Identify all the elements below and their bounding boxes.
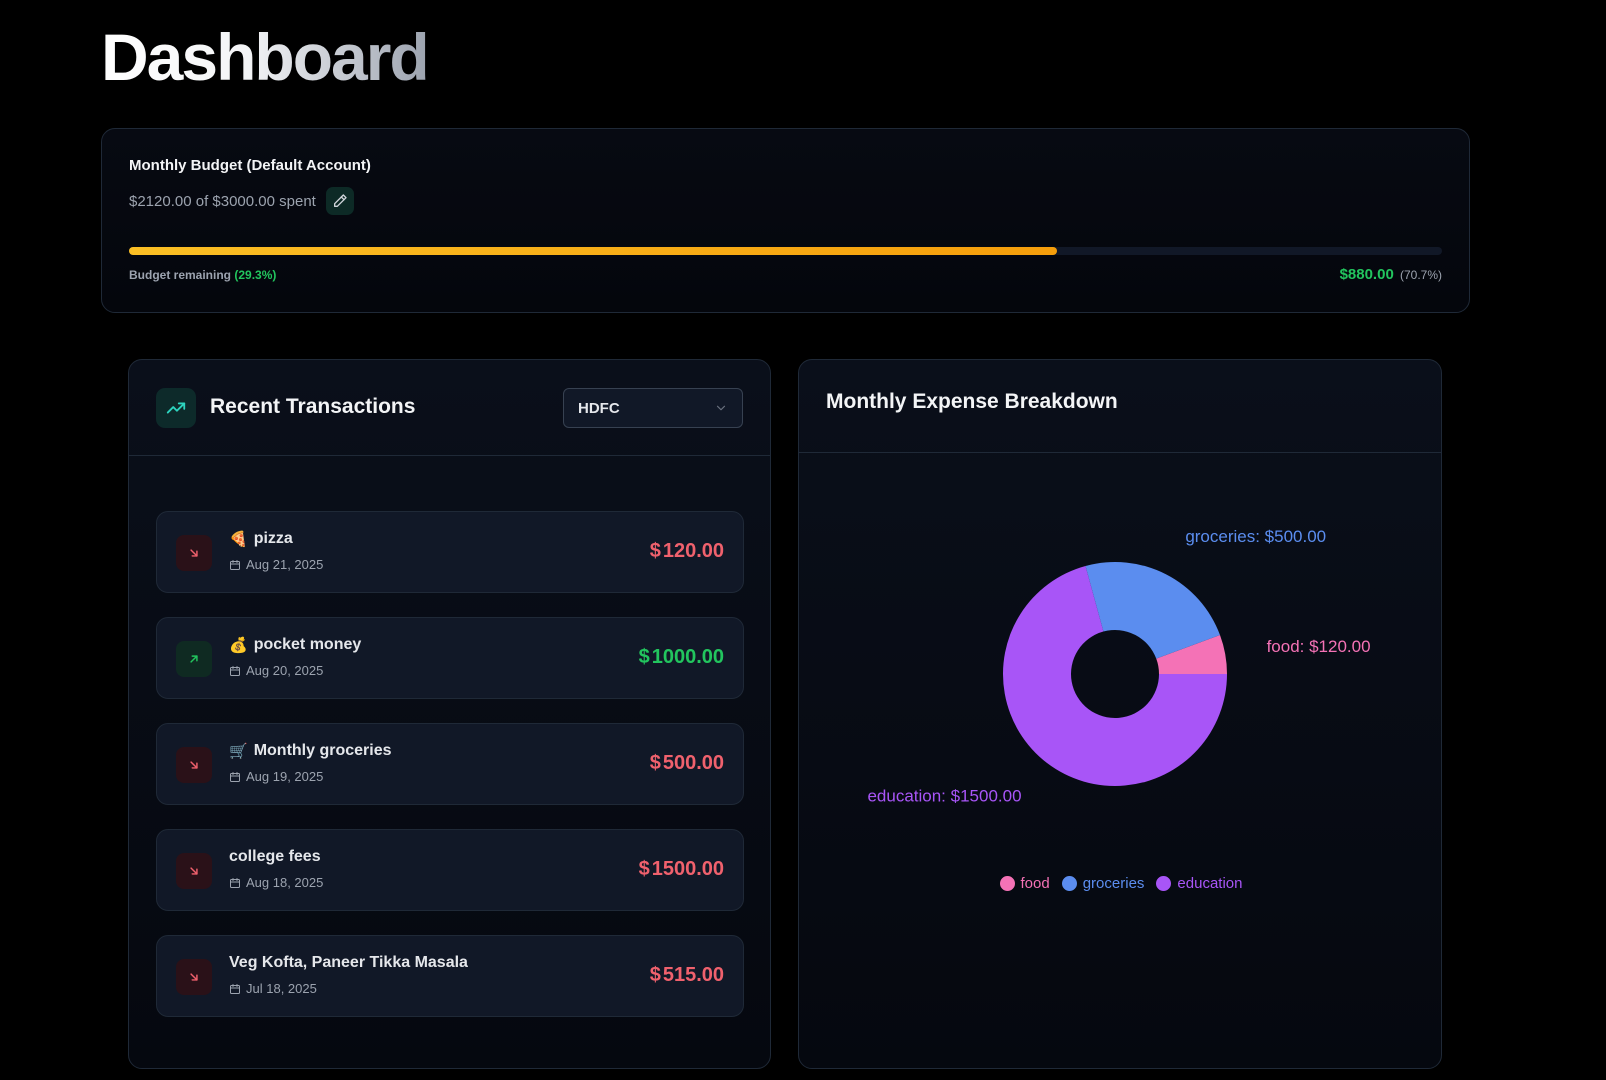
transaction-name: Veg Kofta, Paneer Tikka Masala: [229, 954, 468, 971]
transaction-name-row: 🛒 Monthly groceries: [229, 742, 392, 760]
budget-progress-bar: [129, 247, 1442, 255]
budget-remaining-amount-row: $880.00 (70.7%): [1340, 266, 1442, 283]
chart-legend: food groceries education: [799, 875, 1441, 892]
pencil-icon: [333, 194, 347, 207]
transaction-name-row: Veg Kofta, Paneer Tikka Masala: [229, 954, 468, 972]
calendar-icon: [230, 983, 240, 994]
page-title: Dashboard: [101, 18, 430, 97]
arrow-down-right-icon: [176, 535, 212, 571]
calendar-icon: [230, 559, 240, 570]
transaction-date: Aug 21, 2025: [246, 557, 324, 572]
chevron-down-icon: [716, 405, 726, 411]
expense-breakdown-title: Monthly Expense Breakdown: [826, 390, 1118, 413]
pie-label-food: food: $120.00: [1267, 637, 1371, 656]
legend-label: food: [1020, 875, 1050, 892]
transaction-row[interactable]: Veg Kofta, Paneer Tikka Masala Jul 18, 20…: [156, 935, 744, 1017]
expense-breakdown-panel: Monthly Expense Breakdown food: $120.00 g…: [798, 359, 1442, 1069]
transaction-row[interactable]: 🍕 pizza Aug 21, 2025 $120.00: [156, 511, 744, 593]
transaction-date: Aug 19, 2025: [246, 769, 324, 784]
transaction-amount-value: 500.00: [662, 752, 724, 774]
legend-label: groceries: [1082, 875, 1145, 892]
recent-transactions-header: Recent Transactions HDFC: [129, 360, 770, 456]
monthly-budget-card: Monthly Budget (Default Account) $2120.0…: [101, 128, 1470, 313]
arrow-down-right-icon: [176, 747, 212, 783]
transaction-list: 🍕 pizza Aug 21, 2025 $120.00 💰 pocket money Au…: [156, 511, 744, 1041]
transaction-date-row: Jul 18, 2025: [229, 981, 317, 996]
legend-item-food[interactable]: food: [999, 875, 1050, 892]
transaction-emoji: 💰: [229, 637, 248, 654]
transaction-date-row: Aug 20, 2025: [229, 663, 323, 678]
transaction-row[interactable]: college fees Aug 18, 2025 $1500.00: [156, 829, 744, 911]
transaction-row[interactable]: 💰 pocket money Aug 20, 2025 $1000.00: [156, 617, 744, 699]
transaction-date: Aug 20, 2025: [246, 663, 324, 678]
dashboard-page: Dashboard Monthly Budget (Default Accoun…: [0, 0, 1606, 1080]
transaction-amount: $500.00: [650, 752, 724, 775]
legend-label: education: [1177, 875, 1243, 892]
arrow-up-right-icon: [176, 641, 212, 677]
edit-budget-button[interactable]: [325, 187, 354, 215]
expense-breakdown-header: Monthly Expense Breakdown: [799, 360, 1441, 453]
legend-swatch: [999, 876, 1015, 891]
transaction-amount: $515.00: [650, 964, 724, 987]
calendar-icon: [230, 877, 240, 888]
arrow-down-right-icon: [176, 853, 212, 889]
transaction-emoji: 🛒: [229, 743, 248, 760]
transaction-amount-value: 515.00: [662, 964, 724, 986]
transaction-amount: $120.00: [650, 540, 724, 563]
transaction-name-row: 🍕 pizza: [229, 530, 293, 548]
transaction-name-row: 💰 pocket money: [229, 636, 361, 654]
account-select-value: HDFC: [578, 399, 620, 417]
transaction-date: Jul 18, 2025: [246, 981, 317, 996]
transaction-name: Monthly groceries: [253, 742, 392, 759]
transaction-amount: $1000.00: [639, 646, 724, 669]
currency-symbol: $: [638, 858, 650, 880]
transaction-amount: $1500.00: [639, 858, 724, 881]
legend-swatch: [1061, 876, 1077, 891]
transaction-amount-value: 120.00: [662, 540, 724, 562]
transaction-emoji: 🍕: [229, 531, 248, 548]
budget-spent-text: $2120.00 of $3000.00 spent: [129, 192, 316, 210]
transaction-date-row: Aug 21, 2025: [229, 557, 323, 572]
calendar-icon: [230, 771, 240, 782]
transaction-date-row: Aug 19, 2025: [229, 769, 323, 784]
budget-remaining-label: Budget remaining (29.3%): [129, 268, 276, 282]
currency-symbol: $: [638, 646, 650, 668]
transaction-date-row: Aug 18, 2025: [229, 875, 323, 890]
transaction-amount-value: 1000.00: [651, 646, 724, 668]
transaction-row[interactable]: 🛒 Monthly groceries Aug 19, 2025 $500.00: [156, 723, 744, 805]
pie-label-education: education: $1500.00: [867, 786, 1021, 805]
currency-symbol: $: [649, 540, 661, 562]
pie-label-groceries: groceries: $500.00: [1185, 527, 1326, 546]
recent-transactions-panel: Recent Transactions HDFC 🍕 pizza Aug 21, 2…: [128, 359, 771, 1069]
budget-title: Monthly Budget (Default Account): [129, 157, 371, 174]
currency-symbol: $: [649, 752, 661, 774]
recent-transactions-title: Recent Transactions: [210, 395, 416, 418]
transaction-name: pizza: [253, 530, 293, 547]
budget-spent-pct: (70.7%): [1399, 268, 1442, 282]
transaction-name-row: college fees: [229, 848, 321, 866]
arrow-down-right-icon: [176, 959, 212, 995]
budget-spent-row: $2120.00 of $3000.00 spent: [129, 187, 354, 215]
transaction-date: Aug 18, 2025: [246, 875, 324, 890]
account-select[interactable]: HDFC: [563, 388, 743, 428]
budget-progress-fill: [129, 247, 1058, 255]
budget-remaining-text: Budget remaining: [129, 268, 232, 282]
transaction-amount-value: 1500.00: [651, 858, 724, 880]
calendar-icon: [230, 665, 240, 676]
budget-remaining-amount: $880.00: [1339, 266, 1394, 283]
legend-item-education[interactable]: education: [1156, 875, 1242, 892]
currency-symbol: $: [649, 964, 661, 986]
expense-pie-chart: food: $120.00 groceries: $500.00 education…: [867, 527, 1371, 805]
legend-swatch: [1156, 876, 1172, 891]
budget-remaining-pct: (29.3%): [234, 268, 277, 282]
trending-up-icon: [156, 388, 196, 428]
legend-item-groceries[interactable]: groceries: [1061, 875, 1145, 892]
transaction-name: pocket money: [253, 636, 362, 653]
transaction-name: college fees: [229, 848, 321, 865]
